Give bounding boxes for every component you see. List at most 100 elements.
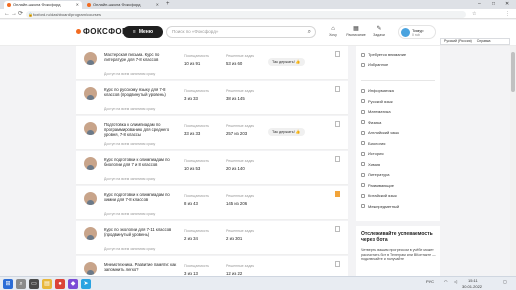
language-option[interactable]: Русский (Россия) xyxy=(444,39,472,43)
course-title[interactable]: Курс по экологии для 7-11 классов (продв… xyxy=(104,227,182,237)
checkbox-icon[interactable] xyxy=(361,109,365,114)
attendance-stat: Посещаемость 3 из 33 xyxy=(184,89,209,101)
lock-icon: 🔒 xyxy=(28,11,33,17)
notifications-icon[interactable]: ▢ xyxy=(503,279,507,284)
help-link[interactable]: Справка xyxy=(477,39,491,43)
course-title[interactable]: Мастерская письма. Курс по литературе дл… xyxy=(104,52,182,62)
task-view-icon[interactable]: ▭ xyxy=(29,279,39,289)
browser-tab-bar: Онлайн-школа Фоксфорд ✕ Онлайн-школа Фок… xyxy=(0,0,516,9)
subject-filter-checkbox[interactable]: Химия xyxy=(361,162,380,167)
filter-label: Требуется внимание xyxy=(368,52,407,57)
clock-date[interactable]: 30.01.2022 xyxy=(462,284,482,289)
telegram-icon[interactable]: ➤ xyxy=(81,279,91,289)
header-link-schedule[interactable]: ▦ Расписание xyxy=(345,25,367,37)
forward-button[interactable]: → xyxy=(11,10,17,18)
back-button[interactable]: ← xyxy=(4,10,10,18)
checkbox-icon[interactable] xyxy=(361,120,365,124)
url-field[interactable]: 🔒 foxford.ru/dashboard/program/courses xyxy=(26,10,466,18)
subject-filter-checkbox[interactable]: Межпредметный xyxy=(361,204,399,209)
course-title[interactable]: Подготовка к олимпиадам по программирова… xyxy=(104,122,182,137)
volume-icon[interactable]: ◁ xyxy=(454,279,457,284)
course-card[interactable]: Курс по русскому языку для 7-8 классов (… xyxy=(76,81,348,115)
wifi-icon[interactable]: ◠ xyxy=(444,279,448,284)
chrome-icon[interactable]: ● xyxy=(55,279,65,289)
course-title[interactable]: Курс подготовки к олимпиадам по биологии… xyxy=(104,157,182,167)
bookmark-star-icon[interactable]: ☆ xyxy=(472,10,476,18)
subject-filter-checkbox[interactable]: Развивающие xyxy=(361,183,394,188)
attendance-value: 10 из 53 xyxy=(184,166,201,171)
course-card[interactable]: Курс по экологии для 7-11 классов (продв… xyxy=(76,221,348,255)
taskbar-search-icon[interactable]: ⌕ xyxy=(16,279,26,289)
checkbox-icon[interactable] xyxy=(361,62,365,67)
subject-filter-checkbox[interactable]: Русский язык xyxy=(361,99,393,104)
scrollbar-thumb[interactable] xyxy=(511,52,515,92)
course-card[interactable]: Подготовка к олимпиадам по программирова… xyxy=(76,116,348,150)
filter-checkbox[interactable]: Избранное xyxy=(361,62,388,67)
header-link-home[interactable]: ⌂ Хочу xyxy=(322,25,344,37)
new-tab-button[interactable]: + xyxy=(166,0,170,9)
maximize-button[interactable]: □ xyxy=(492,0,495,9)
course-card[interactable]: Мастерская письма. Курс по литературе дл… xyxy=(76,46,348,80)
bookmark-icon[interactable] xyxy=(335,226,340,232)
checkbox-icon[interactable] xyxy=(361,99,365,103)
checkbox-icon[interactable] xyxy=(361,151,365,156)
checkbox-icon[interactable] xyxy=(361,88,365,93)
subject-filter-checkbox[interactable]: История xyxy=(361,151,384,156)
solved-value: 257 из 203 xyxy=(226,131,248,136)
attendance-stat: Посещаемость 10 из 53 xyxy=(184,159,209,171)
checkbox-icon[interactable] xyxy=(361,141,365,145)
language-indicator[interactable]: РУС xyxy=(426,279,434,284)
bookmark-icon[interactable] xyxy=(335,261,340,267)
solved-label: Решенные задач xyxy=(226,229,255,233)
solved-stat: Решенные задач 12 из 22 xyxy=(226,264,254,276)
search-icon[interactable]: ⌕ xyxy=(308,27,311,37)
checkbox-icon[interactable] xyxy=(361,130,365,135)
tab-close-icon[interactable]: ✕ xyxy=(156,1,159,9)
solved-value: 145 из 206 xyxy=(226,201,248,206)
browser-tab-active[interactable]: Онлайн-школа Фоксфорд ✕ xyxy=(4,1,82,9)
checkbox-icon[interactable] xyxy=(361,172,365,177)
bookmark-icon[interactable] xyxy=(335,121,340,127)
course-card[interactable]: Курс подготовки к олимпиадам по химии дл… xyxy=(76,186,348,220)
app-icon[interactable]: ◆ xyxy=(68,279,78,289)
filter-checkbox[interactable]: Требуется внимание xyxy=(361,52,406,57)
translate-bar: Русский (Россия) Справка xyxy=(440,38,510,45)
file-explorer-icon[interactable]: ▤ xyxy=(42,279,52,289)
user-profile-button[interactable]: Тимур 0 rub xyxy=(398,25,436,39)
bookmark-icon[interactable] xyxy=(335,86,340,92)
browser-menu-icon[interactable]: ⋮ xyxy=(505,10,510,18)
checkbox-icon[interactable] xyxy=(361,162,365,166)
close-window-button[interactable]: ✕ xyxy=(505,0,509,9)
subject-filter-checkbox[interactable]: Английский язык xyxy=(361,130,399,135)
course-title[interactable]: Курс по русскому языку для 7-8 классов (… xyxy=(104,87,182,97)
course-access-note: Доступ на всем занятиям сразу xyxy=(104,247,156,251)
header-link-tasks[interactable]: ✎ Задачи xyxy=(368,25,390,37)
subject-filter-checkbox[interactable]: Биология xyxy=(361,141,385,146)
tab-close-icon[interactable]: ✕ xyxy=(76,1,79,9)
subject-filter-checkbox[interactable]: Литература xyxy=(361,172,390,177)
subject-filter-checkbox[interactable]: Математика xyxy=(361,109,391,114)
bookmark-icon[interactable] xyxy=(335,51,340,57)
search-input[interactable]: Поиск по «Фоксфорд» ⌕ xyxy=(166,26,316,38)
subject-filter-checkbox[interactable]: Информатика xyxy=(361,88,394,93)
course-title[interactable]: Мнемотехника. Развитие памяти: как запом… xyxy=(104,262,182,272)
checkbox-icon[interactable] xyxy=(361,204,365,208)
attendance-label: Посещаемость xyxy=(184,89,210,93)
menu-button[interactable]: ≡ Меню xyxy=(123,26,163,38)
checkbox-icon[interactable] xyxy=(361,193,365,198)
reload-button[interactable]: ⟳ xyxy=(18,10,23,18)
clock-time[interactable]: 15:11 xyxy=(468,278,478,283)
solved-label: Решенные задач xyxy=(226,194,255,198)
page-scrollbar[interactable] xyxy=(510,46,516,276)
bookmark-icon[interactable] xyxy=(335,156,340,162)
bookmark-icon[interactable] xyxy=(335,191,340,197)
subject-filter-checkbox[interactable]: Китайский язык xyxy=(361,193,397,198)
checkbox-icon[interactable] xyxy=(361,52,365,57)
checkbox-icon[interactable] xyxy=(361,183,365,187)
browser-tab[interactable]: Онлайн-школа Фоксфорд ✕ xyxy=(84,1,162,9)
subject-filter-checkbox[interactable]: Физика xyxy=(361,120,381,125)
windows-start-icon[interactable]: ⊞ xyxy=(3,279,13,289)
course-title[interactable]: Курс подготовки к олимпиадам по химии дл… xyxy=(104,192,182,202)
course-card[interactable]: Курс подготовки к олимпиадам по биологии… xyxy=(76,151,348,185)
minimize-button[interactable]: – xyxy=(478,0,481,9)
